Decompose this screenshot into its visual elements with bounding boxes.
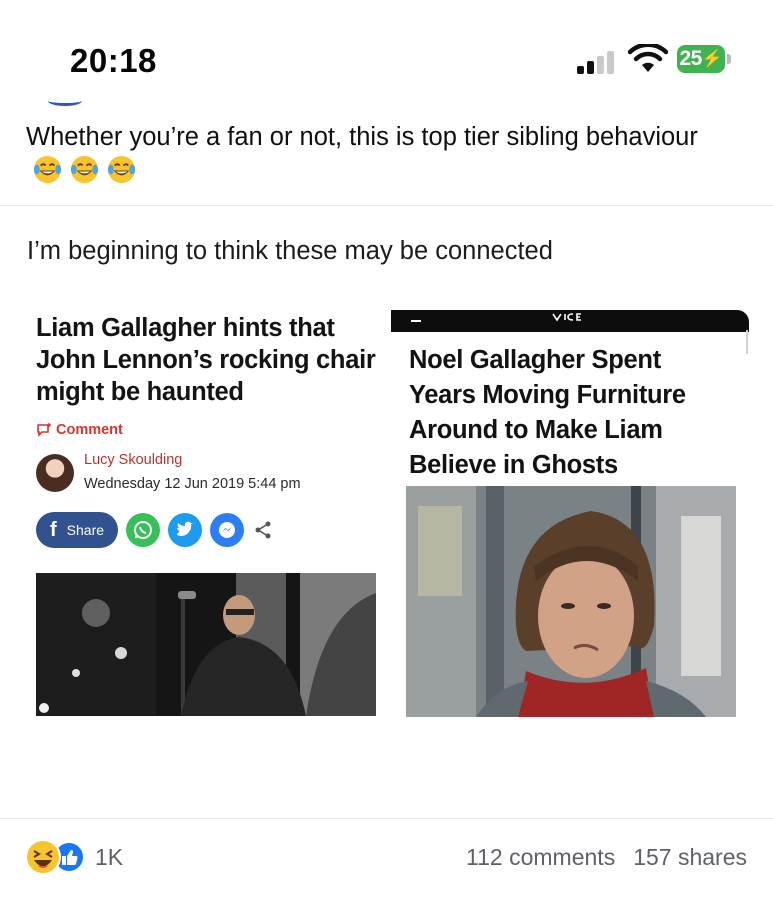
shares-count-link[interactable]: 157 shares: [633, 844, 747, 871]
share-label: Share: [66, 522, 105, 538]
whatsapp-share-button[interactable]: [126, 513, 161, 547]
face-with-tears-of-joy-icon: [107, 155, 136, 184]
meme-caption: I’m beginning to think these may be conn…: [27, 237, 553, 265]
left-article-headline: Liam Gallagher hints that John Lennon’s …: [36, 312, 378, 408]
face-with-tears-of-joy-icon: [70, 155, 99, 184]
right-article-headline[interactable]: Noel Gallagher Spent Years Moving Furnit…: [409, 343, 749, 483]
share-row: f Share: [36, 512, 378, 548]
haha-reaction-icon: [25, 839, 61, 875]
author-avatar: [36, 454, 74, 492]
comments-count-link[interactable]: 112 comments: [466, 844, 615, 871]
facebook-share-button[interactable]: f Share: [36, 512, 119, 548]
reaction-summary[interactable]: 1K: [25, 839, 123, 875]
whatsapp-icon: [134, 521, 153, 539]
messenger-share-button[interactable]: [210, 513, 245, 547]
footer-divider: [0, 818, 773, 819]
cellular-signal-icon: [577, 50, 617, 74]
comment-link-label: Comment: [56, 422, 123, 438]
header-arc-fragment: [48, 96, 82, 106]
right-headline-line: Noel Gallagher Spent: [409, 346, 661, 374]
author-name[interactable]: Lucy Skoulding: [84, 452, 301, 468]
facebook-icon: f: [50, 518, 57, 541]
vice-logo: [552, 313, 581, 322]
left-article-photo: [36, 573, 376, 716]
left-article-card[interactable]: Liam Gallagher hints that John Lennon’s …: [36, 312, 378, 548]
right-headline-line: Around to Make Liam: [409, 416, 663, 444]
reaction-count: 1K: [95, 843, 124, 870]
left-headline-line: Liam Gallagher hints that: [36, 314, 335, 342]
status-bar: 20:18 25 ⚡: [0, 0, 773, 110]
author-row: Lucy Skoulding Wednesday 12 Jun 2019 5:4…: [36, 452, 378, 492]
battery-level: 25: [679, 47, 702, 70]
twitter-share-button[interactable]: [168, 513, 203, 547]
face-with-tears-of-joy-icon: [33, 155, 62, 184]
share-icon[interactable]: [252, 519, 274, 541]
wifi-icon: [628, 44, 668, 72]
engagement-stats: 112 comments 157 shares: [466, 844, 747, 871]
post-caption: Whether you’re a fan or not, this is top…: [26, 120, 746, 188]
left-headline-line: might be haunted: [36, 378, 244, 406]
left-headline-line: John Lennon’s rocking chair: [36, 346, 376, 374]
post-caption-text: Whether you’re a fan or not, this is top…: [26, 123, 698, 151]
comment-icon: [37, 422, 51, 437]
twitter-icon: [177, 521, 194, 536]
vice-header-bar: [391, 310, 749, 332]
right-headline-line: Years Moving Furniture: [409, 381, 686, 409]
messenger-icon: [219, 522, 236, 538]
battery-charging-icon: 25 ⚡: [677, 45, 731, 73]
article-date: Wednesday 12 Jun 2019 5:44 pm: [84, 476, 301, 492]
caption-divider: [0, 205, 773, 206]
comment-link[interactable]: Comment: [36, 422, 378, 438]
clock: 20:18: [70, 42, 157, 79]
right-headline-line: Believe in Ghosts: [409, 451, 618, 479]
caption-emoji-row: [32, 154, 137, 185]
right-article-photo: [406, 486, 736, 717]
